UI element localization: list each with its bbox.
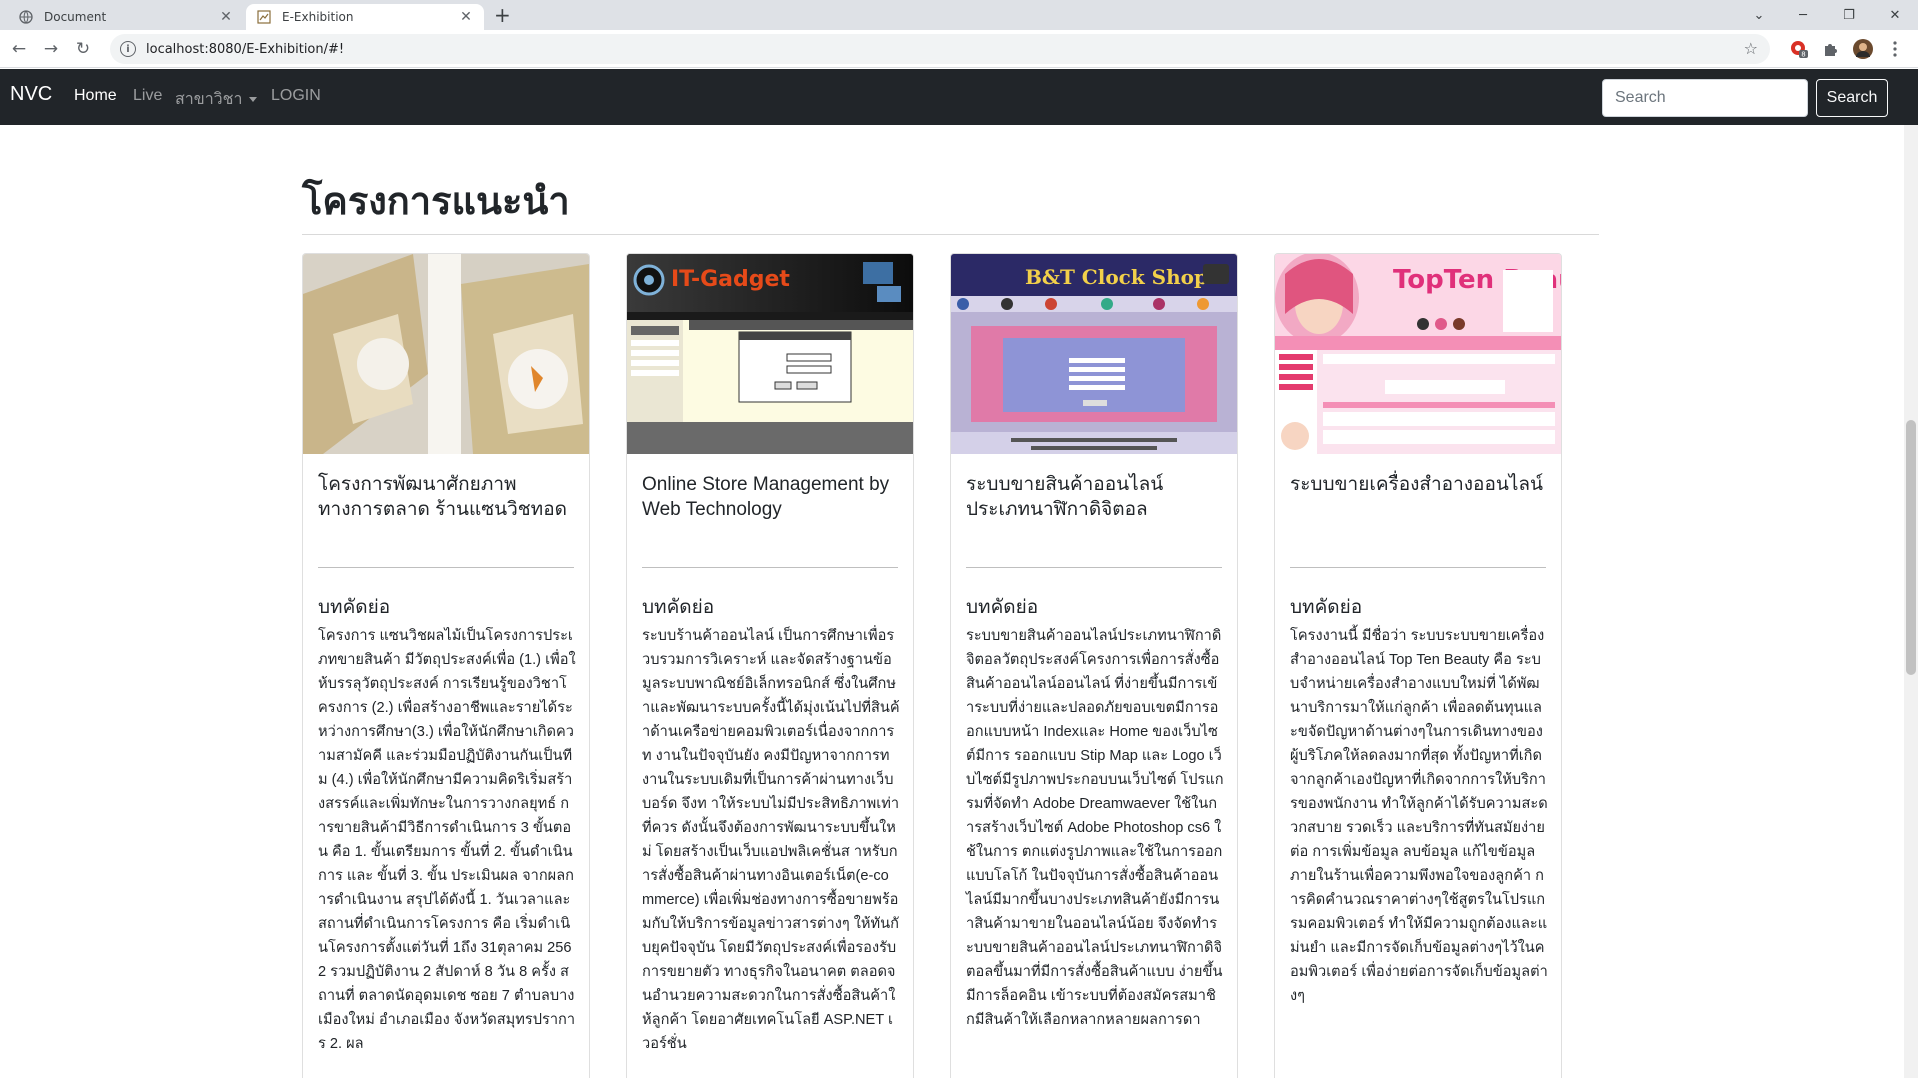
new-tab-icon[interactable]: + [494, 4, 511, 26]
forward-arrow-icon[interactable]: → [40, 38, 62, 60]
project-thumbnail[interactable]: TopTen Beauty [1275, 254, 1561, 454]
address-bar[interactable]: i localhost:8080/E-Exhibition/#! ☆ [110, 34, 1770, 64]
tab-title: Document [44, 10, 107, 24]
svg-text:8: 8 [1801, 51, 1805, 59]
scrollbar-thumb[interactable] [1906, 420, 1916, 675]
it-gadget-logo: IT-Gadget [671, 267, 790, 292]
tab-title: E-Exhibition [282, 10, 354, 24]
project-card[interactable]: โครงการพัฒนาศักยภาพทางการตลาด ร้านแซนวิช… [302, 253, 590, 1078]
abstract-text: ระบบร้านค้าออนไลน์ เป็นการศึกษาเพื่อรวบร… [642, 628, 900, 1052]
abstract-text: โครงงานนี้ มีชื่อว่า ระบบระบบขายเครื่องส… [1290, 628, 1548, 1004]
clock-shop-logo: B&T Clock Shop [1025, 265, 1208, 289]
nav-login[interactable]: LOGIN [271, 87, 321, 105]
reload-icon[interactable]: ↻ [72, 38, 94, 60]
project-thumbnail[interactable]: IT-Gadget [627, 254, 913, 454]
close-tab-icon[interactable]: ✕ [218, 9, 234, 25]
browser-tab-document[interactable]: Document ✕ [8, 4, 244, 30]
project-thumbnail[interactable] [303, 254, 589, 454]
window-close-icon[interactable]: ✕ [1872, 0, 1918, 30]
abstract-heading: บทคัดย่อ [642, 597, 715, 618]
card-divider [1290, 567, 1546, 568]
project-card[interactable]: B&T Clock Shop ระบบขายสินค้าออนไลน์ ประเ… [950, 253, 1238, 1078]
restore-icon[interactable]: ❐ [1826, 0, 1872, 30]
nav-home[interactable]: Home [74, 87, 117, 105]
bookmark-star-icon[interactable]: ☆ [1744, 39, 1758, 58]
browser-toolbar: ← → ↻ i localhost:8080/E-Exhibition/#! ☆… [0, 30, 1918, 68]
card-divider [966, 567, 1222, 568]
card-divider [642, 567, 898, 568]
page-content: โครงการแนะนำ โครงการพัฒนาศักยภาพทางการตล… [0, 125, 1904, 1078]
browser-tabstrip: Document ✕ E-Exhibition ✕ + ⌄ ─ ❐ ✕ [0, 0, 1918, 30]
abstract-heading: บทคัดย่อ [966, 597, 1039, 618]
search-button[interactable]: Search [1816, 79, 1888, 117]
page-favicon-icon [256, 9, 272, 25]
globe-icon [18, 9, 34, 25]
abstract-text: ระบบขายสินค้าออนไลน์ประเภทนาฬิกาดิจิตอลว… [966, 628, 1224, 1028]
section-title: โครงการแนะนำ [302, 179, 570, 223]
project-card[interactable]: IT-Gadget Online Store Management by Web… [626, 253, 914, 1078]
url-text: localhost:8080/E-Exhibition/#! [146, 41, 345, 57]
brand-logo[interactable]: NVC [10, 83, 52, 106]
project-title[interactable]: ระบบขายเครื่องสำอางออนไลน์ [1290, 472, 1546, 497]
page-scrollbar[interactable] [1904, 125, 1918, 1078]
abstract-heading: บทคัดย่อ [318, 597, 391, 618]
nav-live[interactable]: Live [133, 87, 162, 105]
project-thumbnail[interactable]: B&T Clock Shop [951, 254, 1237, 454]
abstract-text: โครงการ แซนวิชผลไม้เป็นโครงการประเภทขายส… [318, 628, 576, 1052]
nav-department-label: สาขาวิชา [175, 91, 243, 108]
caret-down-icon [248, 97, 257, 103]
search-input[interactable] [1602, 79, 1808, 117]
site-navbar: NVC Home Live สาขาวิชา LOGIN Search [0, 69, 1918, 125]
extension-red-icon[interactable]: 8 [1788, 38, 1810, 60]
section-divider [302, 234, 1599, 235]
nav-department-dropdown[interactable]: สาขาวิชา [175, 87, 257, 112]
project-title[interactable]: ระบบขายสินค้าออนไลน์ ประเภทนาฬิกาดิจิตอล [966, 472, 1222, 522]
project-title[interactable]: Online Store Management by Web Technolog… [642, 472, 898, 522]
extensions-puzzle-icon[interactable] [1820, 38, 1842, 60]
minimize-icon[interactable]: ─ [1780, 0, 1826, 30]
close-tab-icon[interactable]: ✕ [458, 9, 474, 25]
profile-avatar[interactable] [1852, 38, 1874, 60]
back-arrow-icon[interactable]: ← [8, 38, 30, 60]
site-info-icon[interactable]: i [120, 41, 136, 57]
card-divider [318, 567, 574, 568]
browser-menu-icon[interactable] [1884, 38, 1906, 60]
project-card[interactable]: TopTen Beauty ระบบขายเครื่องสำอางออนไลน์ [1274, 253, 1562, 1078]
abstract-heading: บทคัดย่อ [1290, 597, 1363, 618]
project-title[interactable]: โครงการพัฒนาศักยภาพทางการตลาด ร้านแซนวิช… [318, 472, 574, 522]
tab-search-chevron-icon[interactable]: ⌄ [1736, 0, 1782, 30]
browser-tab-e-exhibition[interactable]: E-Exhibition ✕ [246, 4, 484, 30]
